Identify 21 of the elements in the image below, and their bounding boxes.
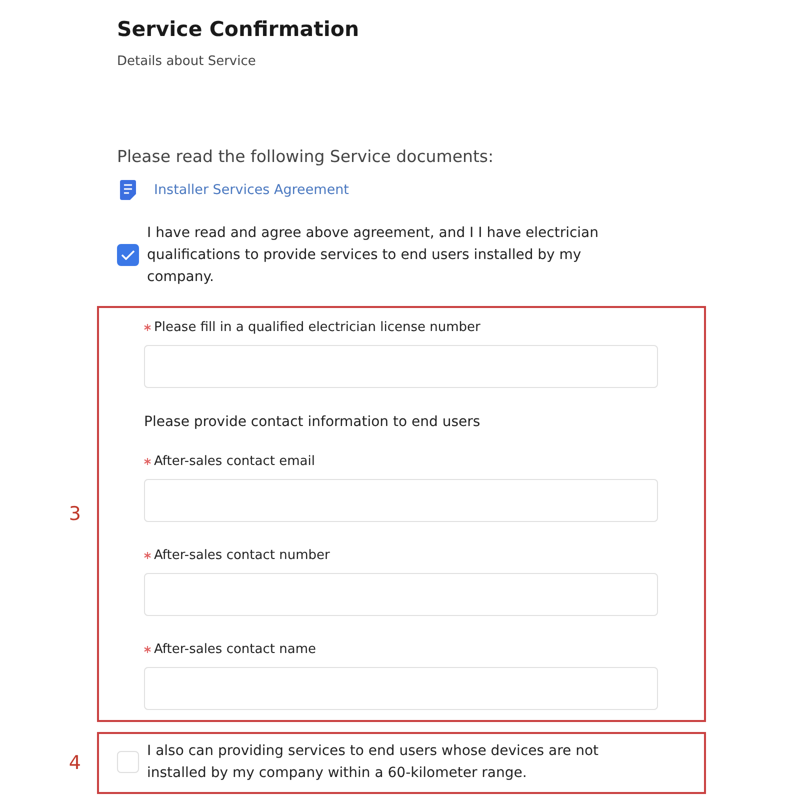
agreement-text: I have read and agree above agreement, and I I have electrician qualifications to provide services to end users installed by my company. (147, 224, 600, 287)
field-label: After-sales contact name (154, 642, 316, 657)
annotation-number: 3 (68, 503, 81, 525)
input-field[interactable] (144, 573, 658, 616)
page-title: Service Confirmation (117, 16, 360, 43)
input-field[interactable] (144, 479, 658, 522)
field-label: After-sales contact email (154, 454, 315, 469)
field-label: Please fill in a qualified electrician license number (154, 320, 480, 335)
annotation-number: 4 (68, 752, 81, 774)
agreement-link[interactable]: Installer Services Agreement (154, 182, 349, 198)
page-subtitle: Details about Service (117, 54, 257, 69)
checkbox[interactable] (117, 751, 139, 773)
checkbox-label: I also can providing services to end users whose devices are not installed by my company within a 60-kilometer range. (147, 742, 600, 783)
document-icon (120, 180, 136, 200)
field-label: After-sales contact number (154, 548, 330, 563)
check-icon (121, 250, 135, 260)
agreement-checkbox[interactable] (117, 244, 139, 266)
input-field[interactable] (144, 345, 658, 388)
section-heading: Please provide contact information to end users (144, 414, 482, 430)
documents-heading: Please read the following Service documents: (117, 147, 495, 166)
input-field[interactable] (144, 667, 658, 710)
